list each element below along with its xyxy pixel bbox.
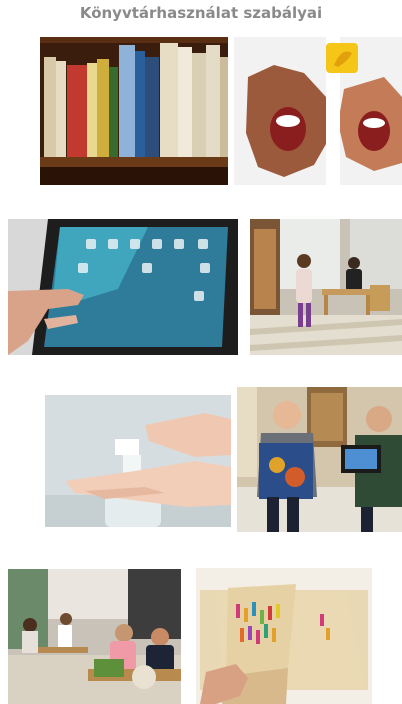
shouting-faces-photo bbox=[234, 37, 402, 185]
boys-with-books-photo bbox=[237, 387, 402, 532]
hand-sanitizer-photo bbox=[45, 395, 231, 527]
bookshelf-photo bbox=[40, 37, 228, 185]
old-book-page-photo bbox=[196, 568, 372, 704]
page-title: Könyvtárhasználat szabályai bbox=[79, 4, 323, 22]
tablet-touch-photo bbox=[8, 219, 238, 355]
children-reading-table-photo bbox=[8, 569, 181, 704]
library-children-photo bbox=[250, 219, 402, 355]
